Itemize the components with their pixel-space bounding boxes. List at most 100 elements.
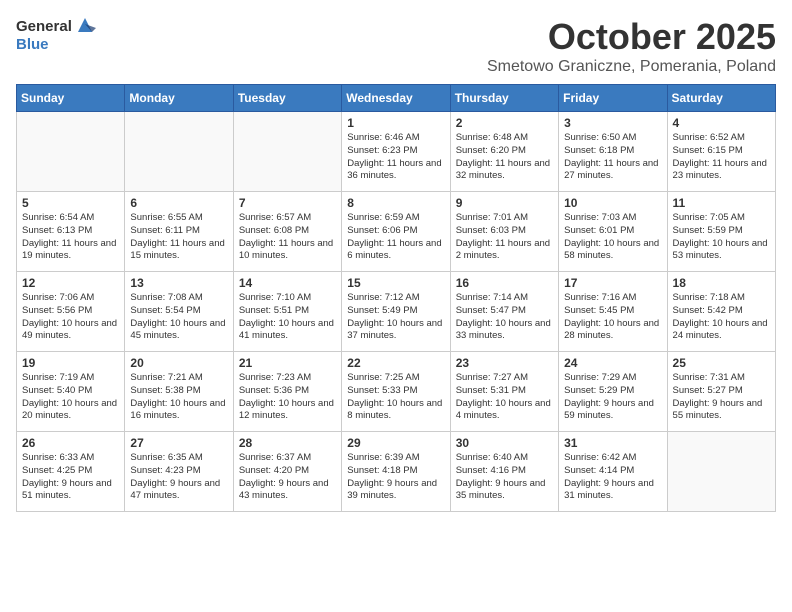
day-number: 13: [130, 276, 227, 290]
day-cell-2-0: 12 Sunrise: 7:06 AM Sunset: 5:56 PM Dayli…: [17, 272, 125, 352]
day-cell-0-4: 2 Sunrise: 6:48 AM Sunset: 6:20 PM Daylig…: [450, 112, 558, 192]
day-number: 6: [130, 196, 227, 210]
day-info: Sunrise: 6:59 AM Sunset: 6:06 PM Dayligh…: [347, 212, 444, 263]
day-info: Sunrise: 6:37 AM Sunset: 4:20 PM Dayligh…: [239, 452, 336, 503]
general-text: General: [16, 18, 72, 35]
day-info: Sunrise: 6:55 AM Sunset: 6:11 PM Dayligh…: [130, 212, 227, 263]
day-info: Sunrise: 7:14 AM Sunset: 5:47 PM Dayligh…: [456, 292, 553, 343]
day-number: 17: [564, 276, 661, 290]
day-number: 31: [564, 436, 661, 450]
day-number: 24: [564, 356, 661, 370]
logo-icon: [74, 14, 96, 36]
day-cell-4-1: 27Sunrise: 6:35 AM Sunset: 4:23 PM Dayli…: [125, 432, 233, 512]
day-info: Sunrise: 6:57 AM Sunset: 6:08 PM Dayligh…: [239, 212, 336, 263]
logo-text: General Blue: [16, 16, 96, 54]
day-number: 7: [239, 196, 336, 210]
header-thursday: Thursday: [450, 85, 558, 112]
week-row-0: 1 Sunrise: 6:46 AM Sunset: 6:23 PM Daylig…: [17, 112, 776, 192]
day-number: 15: [347, 276, 444, 290]
week-row-2: 12 Sunrise: 7:06 AM Sunset: 5:56 PM Dayli…: [17, 272, 776, 352]
day-cell-1-2: 7 Sunrise: 6:57 AM Sunset: 6:08 PM Daylig…: [233, 192, 341, 272]
header-sunday: Sunday: [17, 85, 125, 112]
day-number: 29: [347, 436, 444, 450]
day-info: Sunrise: 7:27 AM Sunset: 5:31 PM Dayligh…: [456, 372, 553, 423]
header-monday: Monday: [125, 85, 233, 112]
day-info: Sunrise: 7:25 AM Sunset: 5:33 PM Dayligh…: [347, 372, 444, 423]
header-wednesday: Wednesday: [342, 85, 450, 112]
day-info: Sunrise: 7:01 AM Sunset: 6:03 PM Dayligh…: [456, 212, 553, 263]
day-cell-1-1: 6 Sunrise: 6:55 AM Sunset: 6:11 PM Daylig…: [125, 192, 233, 272]
day-number: 2: [456, 116, 553, 130]
day-info: Sunrise: 7:29 AM Sunset: 5:29 PM Dayligh…: [564, 372, 661, 423]
day-number: 10: [564, 196, 661, 210]
day-cell-4-6: [667, 432, 775, 512]
blue-text: Blue: [16, 36, 49, 53]
day-cell-3-4: 23 Sunrise: 7:27 AM Sunset: 5:31 PM Dayli…: [450, 352, 558, 432]
day-info: Sunrise: 6:52 AM Sunset: 6:15 PM Dayligh…: [673, 132, 770, 183]
title-section: October 2025 Smetowo Graniczne, Pomerani…: [487, 16, 776, 76]
day-number: 21: [239, 356, 336, 370]
logo-wrapper: General Blue: [16, 16, 96, 54]
day-number: 5: [22, 196, 119, 210]
day-number: 3: [564, 116, 661, 130]
day-cell-3-0: 19Sunrise: 7:19 AM Sunset: 5:40 PM Dayli…: [17, 352, 125, 432]
day-info: Sunrise: 6:54 AM Sunset: 6:13 PM Dayligh…: [22, 212, 119, 263]
day-number: 28: [239, 436, 336, 450]
day-cell-2-2: 14 Sunrise: 7:10 AM Sunset: 5:51 PM Dayli…: [233, 272, 341, 352]
day-number: 14: [239, 276, 336, 290]
day-cell-4-3: 29 Sunrise: 6:39 AM Sunset: 4:18 PM Dayli…: [342, 432, 450, 512]
day-cell-0-5: 3Sunrise: 6:50 AM Sunset: 6:18 PM Daylig…: [559, 112, 667, 192]
day-number: 11: [673, 196, 770, 210]
day-cell-3-3: 22Sunrise: 7:25 AM Sunset: 5:33 PM Dayli…: [342, 352, 450, 432]
week-row-3: 19Sunrise: 7:19 AM Sunset: 5:40 PM Dayli…: [17, 352, 776, 432]
day-number: 26: [22, 436, 119, 450]
location-subtitle: Smetowo Graniczne, Pomerania, Poland: [487, 58, 776, 76]
day-info: Sunrise: 7:03 AM Sunset: 6:01 PM Dayligh…: [564, 212, 661, 263]
day-info: Sunrise: 6:40 AM Sunset: 4:16 PM Dayligh…: [456, 452, 553, 503]
day-info: Sunrise: 7:10 AM Sunset: 5:51 PM Dayligh…: [239, 292, 336, 343]
day-number: 8: [347, 196, 444, 210]
day-info: Sunrise: 6:33 AM Sunset: 4:25 PM Dayligh…: [22, 452, 119, 503]
header-friday: Friday: [559, 85, 667, 112]
day-cell-4-0: 26 Sunrise: 6:33 AM Sunset: 4:25 PM Dayli…: [17, 432, 125, 512]
day-number: 12: [22, 276, 119, 290]
day-info: Sunrise: 7:21 AM Sunset: 5:38 PM Dayligh…: [130, 372, 227, 423]
day-cell-1-6: 11 Sunrise: 7:05 AM Sunset: 5:59 PM Dayli…: [667, 192, 775, 272]
day-cell-2-6: 18 Sunrise: 7:18 AM Sunset: 5:42 PM Dayli…: [667, 272, 775, 352]
day-info: Sunrise: 7:08 AM Sunset: 5:54 PM Dayligh…: [130, 292, 227, 343]
day-cell-1-4: 9 Sunrise: 7:01 AM Sunset: 6:03 PM Daylig…: [450, 192, 558, 272]
day-number: 1: [347, 116, 444, 130]
logo-blue: Blue: [16, 36, 96, 54]
day-cell-3-2: 21 Sunrise: 7:23 AM Sunset: 5:36 PM Dayli…: [233, 352, 341, 432]
day-number: 30: [456, 436, 553, 450]
day-info: Sunrise: 7:12 AM Sunset: 5:49 PM Dayligh…: [347, 292, 444, 343]
day-info: Sunrise: 7:06 AM Sunset: 5:56 PM Dayligh…: [22, 292, 119, 343]
day-info: Sunrise: 6:46 AM Sunset: 6:23 PM Dayligh…: [347, 132, 444, 183]
day-info: Sunrise: 6:48 AM Sunset: 6:20 PM Dayligh…: [456, 132, 553, 183]
month-title: October 2025: [487, 16, 776, 58]
day-number: 18: [673, 276, 770, 290]
day-info: Sunrise: 7:23 AM Sunset: 5:36 PM Dayligh…: [239, 372, 336, 423]
day-cell-1-3: 8 Sunrise: 6:59 AM Sunset: 6:06 PM Daylig…: [342, 192, 450, 272]
week-row-4: 26 Sunrise: 6:33 AM Sunset: 4:25 PM Dayli…: [17, 432, 776, 512]
day-cell-2-1: 13 Sunrise: 7:08 AM Sunset: 5:54 PM Dayli…: [125, 272, 233, 352]
logo-row: General Blue: [16, 16, 96, 54]
day-cell-0-6: 4 Sunrise: 6:52 AM Sunset: 6:15 PM Daylig…: [667, 112, 775, 192]
day-info: Sunrise: 7:18 AM Sunset: 5:42 PM Dayligh…: [673, 292, 770, 343]
header: General Blue October 2025 Smetowo Granic…: [16, 16, 776, 76]
day-number: 4: [673, 116, 770, 130]
day-cell-3-5: 24 Sunrise: 7:29 AM Sunset: 5:29 PM Dayli…: [559, 352, 667, 432]
day-number: 19: [22, 356, 119, 370]
day-cell-4-4: 30 Sunrise: 6:40 AM Sunset: 4:16 PM Dayli…: [450, 432, 558, 512]
day-number: 27: [130, 436, 227, 450]
day-number: 9: [456, 196, 553, 210]
day-info: Sunrise: 6:39 AM Sunset: 4:18 PM Dayligh…: [347, 452, 444, 503]
day-number: 23: [456, 356, 553, 370]
day-cell-2-3: 15 Sunrise: 7:12 AM Sunset: 5:49 PM Dayli…: [342, 272, 450, 352]
day-cell-3-6: 25Sunrise: 7:31 AM Sunset: 5:27 PM Dayli…: [667, 352, 775, 432]
day-info: Sunrise: 7:05 AM Sunset: 5:59 PM Dayligh…: [673, 212, 770, 263]
day-number: 20: [130, 356, 227, 370]
day-number: 16: [456, 276, 553, 290]
day-cell-1-0: 5 Sunrise: 6:54 AM Sunset: 6:13 PM Daylig…: [17, 192, 125, 272]
day-cell-2-5: 17Sunrise: 7:16 AM Sunset: 5:45 PM Dayli…: [559, 272, 667, 352]
